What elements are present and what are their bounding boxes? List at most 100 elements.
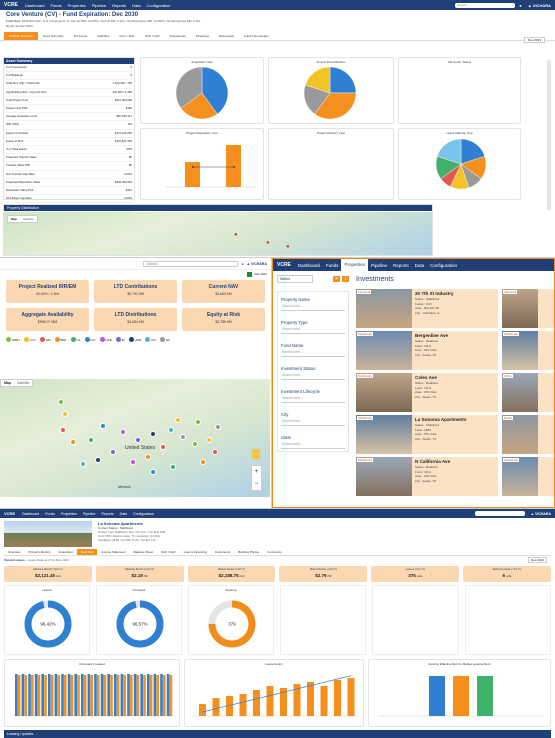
map-pin-icon[interactable] <box>206 437 212 443</box>
investment-card[interactable]: Multifamily Bergenline Ave Status : Realiz… <box>356 331 498 370</box>
search-input[interactable]: Search <box>143 260 239 267</box>
nav-dashboard[interactable]: Dashboard <box>22 3 48 8</box>
map-pin-icon[interactable] <box>180 434 186 440</box>
filter-icon[interactable]: ⚑ <box>332 276 341 282</box>
map-pin-icon[interactable] <box>168 427 174 433</box>
map-pin-icon[interactable] <box>100 423 106 429</box>
map-pin-icon[interactable] <box>58 399 64 405</box>
map-pin-icon[interactable]: ● <box>234 232 238 238</box>
clear-filter-icon[interactable]: ✕ <box>342 276 349 282</box>
map-pin-icon[interactable] <box>195 419 201 425</box>
tab-5[interactable]: Balance Sheet <box>130 549 158 555</box>
tab-6[interactable]: Investments <box>165 32 191 40</box>
tab-10[interactable]: Comments <box>263 549 286 555</box>
nav-properties[interactable]: Properties <box>65 3 89 8</box>
map-pin-icon[interactable] <box>95 457 101 463</box>
tab-2[interactable]: Pro-forma <box>69 32 92 40</box>
legend-item[interactable]: NA <box>159 337 170 342</box>
map-pin-icon[interactable] <box>130 459 136 465</box>
tab-2[interactable]: Acquisition <box>54 549 77 555</box>
map-pin-icon[interactable] <box>80 461 86 467</box>
nav-reports[interactable]: Reports <box>98 512 116 516</box>
nav-reports[interactable]: Reports <box>109 3 129 8</box>
nav-funds[interactable]: Funds <box>47 3 64 8</box>
map-pin-icon[interactable] <box>170 464 176 470</box>
legend-item[interactable]: WMH <box>6 337 20 342</box>
map-pin-icon[interactable] <box>70 439 76 445</box>
map-pin-icon[interactable] <box>88 437 94 443</box>
tab-0[interactable]: Portfolio Overview <box>4 32 39 40</box>
legend-item[interactable]: IIF <box>115 337 125 342</box>
map-tab[interactable]: Map <box>8 216 20 222</box>
zoom-out-button[interactable]: − <box>252 478 261 490</box>
investment-card[interactable]: Multifamily <box>502 457 554 496</box>
nav-configuration[interactable]: Configuration <box>427 263 460 268</box>
filter-input[interactable]: Search here... <box>281 325 345 334</box>
tab-8[interactable]: Documents <box>211 549 234 555</box>
scrollbar[interactable] <box>547 60 551 210</box>
tab-3[interactable]: Cashflow <box>92 32 114 40</box>
map-pin-icon[interactable] <box>150 431 156 437</box>
filter-input[interactable]: Search here... <box>281 302 345 311</box>
search-input[interactable]: Search <box>455 2 516 8</box>
filter-input[interactable]: Search here... <box>281 417 345 426</box>
nav-properties[interactable]: Properties <box>341 259 368 271</box>
map-pin-icon[interactable] <box>60 427 66 433</box>
tab-0[interactable]: Overview <box>4 549 25 555</box>
map-pin-icon[interactable] <box>160 444 166 450</box>
filter-input[interactable]: Search here... <box>281 371 345 380</box>
tab-9[interactable]: Fund Commentary <box>239 32 274 40</box>
map-pin-icon[interactable] <box>212 449 218 455</box>
map-pin-icon[interactable] <box>215 424 221 430</box>
tab-1[interactable]: Property Metrics <box>25 549 55 555</box>
filter-input[interactable]: Search here... <box>281 440 345 449</box>
legend-item[interactable]: HM <box>39 337 51 342</box>
nav-configuration[interactable]: Configuration <box>144 3 174 8</box>
user-icon[interactable]: ● <box>238 262 246 266</box>
nav-pipeline[interactable]: Pipeline <box>368 263 390 268</box>
legend-item[interactable]: GL <box>70 337 81 342</box>
date-select[interactable]: Feb-2024 <box>254 272 267 276</box>
legend-item[interactable]: APB <box>129 337 141 342</box>
tab-1[interactable]: Exec Summary <box>38 32 68 40</box>
map-pin-icon[interactable] <box>150 469 156 475</box>
legend-item[interactable]: HKE <box>99 337 112 342</box>
tab-3[interactable]: Rent Roll <box>76 549 98 555</box>
map-pin-icon[interactable]: ● <box>266 240 270 246</box>
tab-6[interactable]: NAV / GAV <box>157 549 180 555</box>
nav-data[interactable]: Data <box>129 3 143 8</box>
nav-dashboard[interactable]: Dashboard <box>19 512 42 516</box>
investment-card[interactable]: Industrial <box>502 289 554 328</box>
app-logo[interactable]: VCRE <box>273 262 295 268</box>
period-select[interactable]: Dec-2024 <box>527 557 547 563</box>
map-pin-icon[interactable]: ● <box>286 244 290 250</box>
map-pin-icon[interactable] <box>145 454 151 460</box>
legend-item[interactable]: CCV <box>23 337 36 342</box>
nav-properties[interactable]: Properties <box>58 512 80 516</box>
nav-funds[interactable]: Funds <box>323 263 342 268</box>
select-dropdown[interactable]: Select <box>277 275 313 283</box>
investment-card[interactable]: Multifamily <box>502 331 554 370</box>
satellite-tab[interactable]: Satellite <box>20 216 37 222</box>
tab-4[interactable]: Cont. / Dist. <box>114 32 140 40</box>
tab-7[interactable]: Financing <box>191 32 214 40</box>
map-pin-icon[interactable] <box>120 429 126 435</box>
tab-8[interactable]: Documents <box>214 32 239 40</box>
tab-9[interactable]: Building Photos <box>234 549 263 555</box>
search-input[interactable] <box>474 511 525 516</box>
nav-pipeline[interactable]: Pipeline <box>89 3 109 8</box>
street-view-icon[interactable] <box>252 449 260 459</box>
nav-pipeline[interactable]: Pipeline <box>80 512 98 516</box>
map-pin-icon[interactable] <box>200 459 206 465</box>
investment-card[interactable]: Multifamily Coles Ave Status : Realized Fun… <box>356 373 498 412</box>
legend-item[interactable]: ICV <box>84 337 96 342</box>
legend-item[interactable]: FIA <box>145 337 156 342</box>
nav-configuration[interactable]: Configuration <box>130 512 157 516</box>
nav-reports[interactable]: Reports <box>390 263 412 268</box>
zoom-in-button[interactable]: + <box>252 466 261 478</box>
satellite-tab[interactable]: Satellite <box>14 380 32 386</box>
investment-card[interactable]: Retail <box>502 415 554 454</box>
nav-data[interactable]: Data <box>117 512 130 516</box>
map[interactable]: Map Satellite United States Mexico + − <box>0 379 270 497</box>
legend-item[interactable]: BRF <box>54 337 67 342</box>
